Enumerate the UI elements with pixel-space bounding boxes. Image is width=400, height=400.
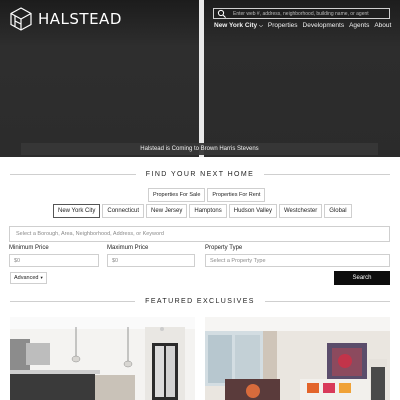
location-search-input[interactable] (9, 226, 390, 242)
main-nav: New York City ⌵ Properties Developments A… (214, 22, 391, 29)
divider (10, 174, 136, 175)
property-type-label: Property Type (205, 245, 243, 251)
nav-item-developments[interactable]: Developments (303, 22, 345, 29)
listing-type-tabs: Properties For Sale Properties For Rent (148, 188, 266, 202)
min-price-label: Minimum Price (9, 245, 49, 251)
divider (264, 174, 390, 175)
region-tab-new-jersey[interactable]: New Jersey (146, 204, 188, 218)
living-room-photo (205, 317, 390, 400)
region-tab-hamptons[interactable]: Hamptons (189, 204, 227, 218)
search-button[interactable]: Search (334, 271, 390, 285)
featured-section-title: FEATURED EXCLUSIVES (10, 298, 390, 305)
kitchen-photo (10, 317, 195, 400)
nav-item-new-york-city[interactable]: New York City ⌵ (214, 22, 263, 29)
global-search[interactable] (213, 8, 390, 19)
halstead-cube-logo-icon (10, 7, 32, 31)
featured-listing-1-image[interactable] (10, 317, 195, 400)
region-tab-hudson-valley[interactable]: Hudson Valley (228, 204, 277, 218)
max-price-label: Maximum Price (107, 245, 149, 251)
chevron-down-icon: ⌵ (259, 23, 263, 29)
nav-item-properties[interactable]: Properties (268, 22, 298, 29)
advanced-toggle[interactable]: Advanced ▾ (10, 272, 47, 284)
hero-banner[interactable]: Halstead is Coming to Brown Harris Steve… (21, 143, 378, 155)
divider (10, 301, 136, 302)
region-tab-new-york-city[interactable]: New York City (53, 204, 101, 218)
nav-item-about[interactable]: About (374, 22, 391, 29)
region-tabs: New York City Connecticut New Jersey Ham… (53, 204, 352, 218)
find-section-title: FIND YOUR NEXT HOME (10, 171, 390, 178)
search-icon (217, 9, 226, 18)
caret-down-icon: ▾ (40, 275, 43, 280)
nav-item-label: New York City (214, 22, 258, 29)
tab-properties-for-rent[interactable]: Properties For Rent (207, 188, 266, 202)
global-search-input[interactable] (227, 10, 389, 17)
tab-properties-for-sale[interactable]: Properties For Sale (148, 188, 206, 202)
region-tab-connecticut[interactable]: Connecticut (102, 204, 145, 218)
max-price-input[interactable] (107, 254, 195, 267)
divider (264, 301, 390, 302)
region-tab-global[interactable]: Global (324, 204, 352, 218)
brand-logo[interactable]: HALSTEAD (9, 7, 122, 31)
advanced-label: Advanced (14, 275, 39, 281)
brand-name: HALSTEAD (38, 10, 122, 28)
property-type-select[interactable] (205, 254, 390, 267)
region-tab-westchester[interactable]: Westchester (279, 204, 323, 218)
hero: HALSTEAD New York City⌵ Properties Devel… (0, 0, 400, 157)
min-price-input[interactable] (9, 254, 99, 267)
nav-item-agents[interactable]: Agents (349, 22, 369, 29)
find-title: FIND YOUR NEXT HOME (145, 171, 255, 178)
featured-listing-2-image[interactable] (205, 317, 390, 400)
featured-title: FEATURED EXCLUSIVES (145, 298, 255, 305)
